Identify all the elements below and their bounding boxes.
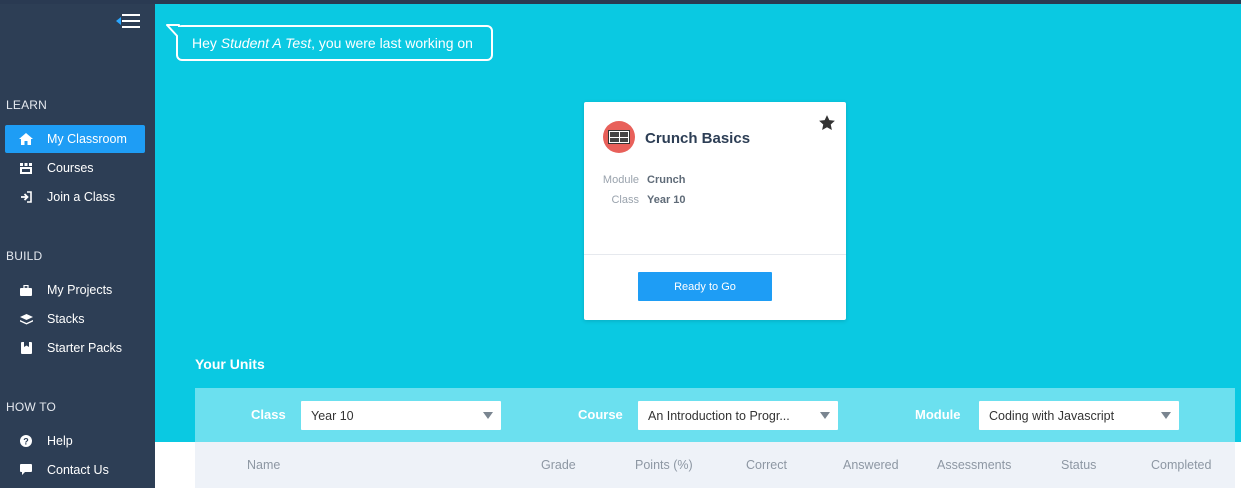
ready-to-go-button[interactable]: Ready to Go bbox=[638, 272, 772, 301]
sidebar-item-my-projects[interactable]: My Projects bbox=[5, 276, 145, 304]
sidebar-item-label: My Projects bbox=[47, 283, 113, 297]
class-select[interactable]: Year 10 bbox=[301, 401, 501, 430]
course-filter-label: Course bbox=[578, 407, 623, 422]
column-header-status[interactable]: Status bbox=[1061, 458, 1096, 472]
question-circle-icon: ? bbox=[5, 435, 47, 447]
sidebar-item-my-classroom[interactable]: My Classroom bbox=[5, 125, 145, 153]
sidebar-item-label: My Classroom bbox=[47, 132, 127, 146]
divider bbox=[584, 254, 846, 255]
chevron-down-icon bbox=[1161, 412, 1171, 419]
section-title-learn: LEARN bbox=[6, 98, 48, 112]
module-label: Module bbox=[602, 174, 639, 186]
column-header-name[interactable]: Name bbox=[247, 458, 280, 472]
section-title-how-to: HOW TO bbox=[6, 400, 57, 414]
sidebar-item-label: Stacks bbox=[47, 312, 85, 326]
bubble-tail bbox=[166, 24, 184, 39]
column-header-points[interactable]: Points (%) bbox=[635, 458, 693, 472]
column-header-answered[interactable]: Answered bbox=[843, 458, 899, 472]
sidebar: LEARN My Classroom Courses Join a Class … bbox=[0, 0, 155, 488]
units-title: Your Units bbox=[195, 356, 265, 372]
units-filter-bar: Class Year 10 Course An Introduction to … bbox=[195, 388, 1235, 442]
sidebar-item-join-a-class[interactable]: Join a Class bbox=[5, 183, 145, 211]
chevron-down-icon bbox=[820, 412, 830, 419]
sidebar-item-label: Starter Packs bbox=[47, 341, 123, 355]
top-border bbox=[0, 0, 1241, 4]
sidebar-item-label: Help bbox=[47, 434, 73, 448]
favorite-star-icon[interactable] bbox=[818, 114, 836, 132]
units-table-header: Name Grade Points (%) Correct Answered A… bbox=[195, 442, 1235, 488]
card-title: Crunch Basics bbox=[645, 130, 751, 147]
sidebar-item-stacks[interactable]: Stacks bbox=[5, 305, 145, 333]
collapse-menu-icon[interactable] bbox=[116, 12, 142, 30]
greeting-bubble: Hey Student A Test, you were last workin… bbox=[166, 24, 493, 61]
greeting-prefix: Hey bbox=[192, 35, 221, 51]
briefcase-icon bbox=[5, 284, 47, 296]
column-header-assessments[interactable]: Assessments bbox=[937, 458, 1011, 472]
class-value: Year 10 bbox=[647, 194, 686, 206]
student-name: Student A Test bbox=[220, 35, 312, 51]
section-title-build: BUILD bbox=[6, 249, 43, 263]
class-select-value: Year 10 bbox=[311, 408, 354, 423]
course-select-value: An Introduction to Progr... bbox=[648, 408, 790, 423]
sidebar-item-contact-us[interactable]: Contact Us bbox=[5, 456, 145, 484]
course-select[interactable]: An Introduction to Progr... bbox=[638, 401, 838, 430]
class-label: Class bbox=[611, 194, 639, 206]
svg-text:?: ? bbox=[23, 437, 29, 447]
column-header-grade[interactable]: Grade bbox=[541, 458, 576, 472]
module-select[interactable]: Coding with Javascript bbox=[979, 401, 1179, 430]
courses-icon bbox=[5, 162, 47, 174]
sign-in-icon bbox=[5, 191, 47, 203]
module-filter-label: Module bbox=[915, 407, 961, 422]
sidebar-item-label: Courses bbox=[47, 161, 94, 175]
sidebar-item-courses[interactable]: Courses bbox=[5, 154, 145, 182]
sidebar-item-starter-packs[interactable]: Starter Packs bbox=[5, 334, 145, 362]
home-icon bbox=[5, 133, 47, 145]
column-header-correct[interactable]: Correct bbox=[746, 458, 787, 472]
sidebar-item-label: Join a Class bbox=[47, 190, 116, 204]
sidebar-item-help[interactable]: ? Help bbox=[5, 427, 145, 455]
crunch-logo-icon bbox=[603, 121, 635, 153]
module-select-value: Coding with Javascript bbox=[989, 408, 1115, 423]
layers-icon bbox=[5, 313, 47, 325]
chevron-down-icon bbox=[483, 412, 493, 419]
sidebar-item-label: Contact Us bbox=[47, 463, 109, 477]
last-working-card[interactable]: Crunch Basics Module Crunch Class Year 1… bbox=[584, 102, 846, 320]
greeting-suffix: , you were last working on bbox=[311, 35, 473, 51]
column-header-completed[interactable]: Completed bbox=[1151, 458, 1211, 472]
chat-icon bbox=[5, 464, 47, 476]
module-value: Crunch bbox=[647, 174, 686, 186]
class-filter-label: Class bbox=[251, 407, 286, 422]
package-icon bbox=[5, 342, 47, 354]
